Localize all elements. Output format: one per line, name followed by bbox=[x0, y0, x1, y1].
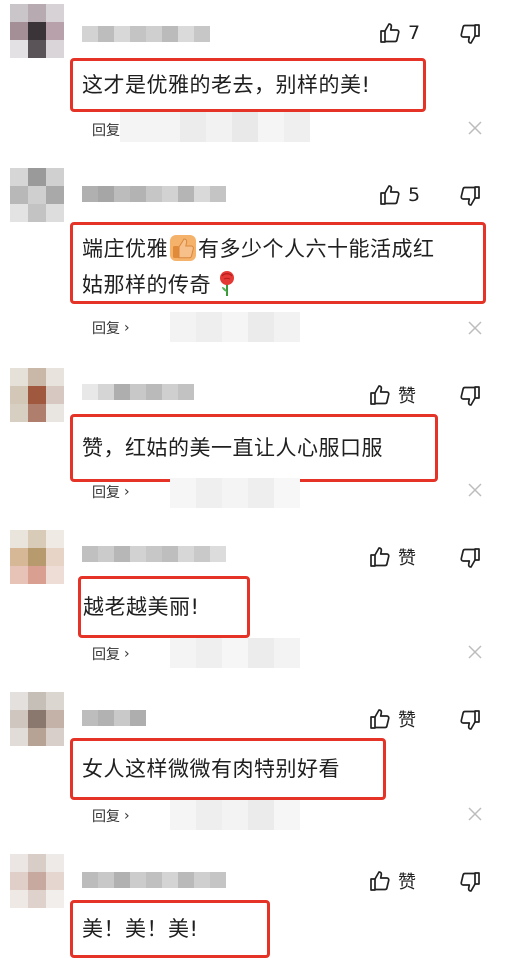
avatar[interactable] bbox=[10, 530, 64, 584]
blurred-content bbox=[170, 312, 300, 342]
reply-button[interactable]: 回复 › bbox=[92, 806, 130, 826]
like-button[interactable]: 7 bbox=[378, 20, 420, 46]
comment-text-box: 这才是优雅的老去，别样的美! bbox=[70, 58, 426, 112]
username-blurred[interactable] bbox=[82, 26, 210, 42]
like-label: 赞 bbox=[398, 872, 416, 893]
like-button[interactable]: 5 bbox=[378, 182, 420, 208]
like-label: 赞 bbox=[398, 710, 416, 731]
thumbs-down-icon[interactable] bbox=[458, 870, 482, 894]
avatar[interactable] bbox=[10, 854, 64, 908]
rose-emoji-icon bbox=[217, 270, 237, 298]
thumbs-up-icon bbox=[370, 709, 390, 729]
chevron-right-icon: › bbox=[124, 484, 130, 500]
comment-text-box: 女人这样微微有肉特别好看 bbox=[70, 738, 386, 800]
reply-button[interactable]: 回复 › bbox=[92, 644, 130, 664]
username-blurred[interactable] bbox=[82, 186, 226, 202]
blurred-content bbox=[170, 478, 300, 508]
thumbs-up-icon bbox=[370, 547, 390, 567]
close-icon[interactable] bbox=[466, 319, 484, 337]
like-button[interactable]: 赞 bbox=[368, 868, 416, 894]
chevron-right-icon: › bbox=[124, 808, 130, 824]
blurred-content bbox=[170, 638, 300, 668]
username-blurred[interactable] bbox=[82, 710, 146, 726]
avatar[interactable] bbox=[10, 692, 64, 746]
thumbs-down-icon[interactable] bbox=[458, 546, 482, 570]
reply-button[interactable]: 回复 › bbox=[92, 318, 130, 338]
reply-button[interactable]: 回复 › bbox=[92, 482, 130, 502]
comment-text: 美！美！美! bbox=[82, 917, 199, 941]
comment-item: 赞 越老越美丽! 回复 › bbox=[0, 526, 511, 686]
close-icon[interactable] bbox=[466, 481, 484, 499]
comment-text: 女人这样微微有肉特别好看 bbox=[82, 757, 340, 781]
comment-text: 赞，红姑的美一直让人心服口服 bbox=[82, 436, 383, 460]
comment-text-box: 端庄优雅 有多少个人六十能活成红 姑那样的传奇 bbox=[70, 222, 486, 304]
thumbs-down-icon[interactable] bbox=[458, 384, 482, 408]
chevron-right-icon: › bbox=[124, 320, 130, 336]
reply-label: 回复 bbox=[92, 485, 120, 501]
thumbs-up-icon bbox=[370, 871, 390, 891]
comment-text: 越老越美丽! bbox=[83, 595, 200, 619]
thumbs-down-icon[interactable] bbox=[458, 184, 482, 208]
comment-text: 端庄优雅 有多少个人六十能活成红 姑那样的传奇 bbox=[82, 235, 435, 298]
like-button[interactable]: 赞 bbox=[368, 706, 416, 732]
reply-label: 回复 bbox=[92, 321, 120, 337]
avatar[interactable] bbox=[10, 368, 64, 422]
thumbs-down-icon[interactable] bbox=[458, 708, 482, 732]
like-button[interactable]: 赞 bbox=[368, 544, 416, 570]
reply-button[interactable]: 回复 bbox=[92, 120, 120, 140]
like-button[interactable]: 赞 bbox=[368, 382, 416, 408]
avatar[interactable] bbox=[10, 4, 64, 58]
username-blurred[interactable] bbox=[82, 384, 194, 400]
avatar[interactable] bbox=[10, 168, 64, 222]
reply-label: 回复 bbox=[92, 647, 120, 663]
close-icon[interactable] bbox=[466, 119, 484, 137]
thumbs-up-icon bbox=[380, 23, 400, 43]
blurred-content bbox=[120, 112, 310, 142]
reply-label: 回复 bbox=[92, 123, 120, 139]
reply-label: 回复 bbox=[92, 809, 120, 825]
thumbs-up-icon bbox=[380, 185, 400, 205]
chevron-right-icon: › bbox=[124, 646, 130, 662]
username-blurred[interactable] bbox=[82, 872, 226, 888]
like-label: 赞 bbox=[398, 386, 416, 407]
comment-item: 7 这才是优雅的老去，别样的美! 回复 bbox=[0, 0, 511, 160]
comment-item: 赞 美！美！美! bbox=[0, 850, 511, 958]
like-count: 5 bbox=[408, 184, 421, 206]
username-blurred[interactable] bbox=[82, 546, 226, 562]
like-count: 7 bbox=[408, 22, 421, 44]
comment-item: 5 端庄优雅 有多少个人六十能活成红 姑那样的传奇 回复 › bbox=[0, 160, 511, 360]
comment-item: 赞 女人这样微微有肉特别好看 回复 › bbox=[0, 688, 511, 848]
thumbs-down-icon[interactable] bbox=[458, 22, 482, 46]
close-icon[interactable] bbox=[466, 643, 484, 661]
comment-text-box: 越老越美丽! bbox=[78, 576, 250, 638]
comment-text: 这才是优雅的老去，别样的美! bbox=[82, 73, 371, 97]
thumbs-up-icon bbox=[370, 385, 390, 405]
comment-item: 赞 赞，红姑的美一直让人心服口服 回复 › bbox=[0, 364, 511, 524]
thumbs-up-emoji-icon bbox=[170, 235, 196, 261]
comment-text-box: 赞，红姑的美一直让人心服口服 bbox=[70, 414, 438, 482]
blurred-content bbox=[170, 800, 300, 830]
comment-text-box: 美！美！美! bbox=[70, 900, 270, 958]
like-label: 赞 bbox=[398, 548, 416, 569]
close-icon[interactable] bbox=[466, 805, 484, 823]
